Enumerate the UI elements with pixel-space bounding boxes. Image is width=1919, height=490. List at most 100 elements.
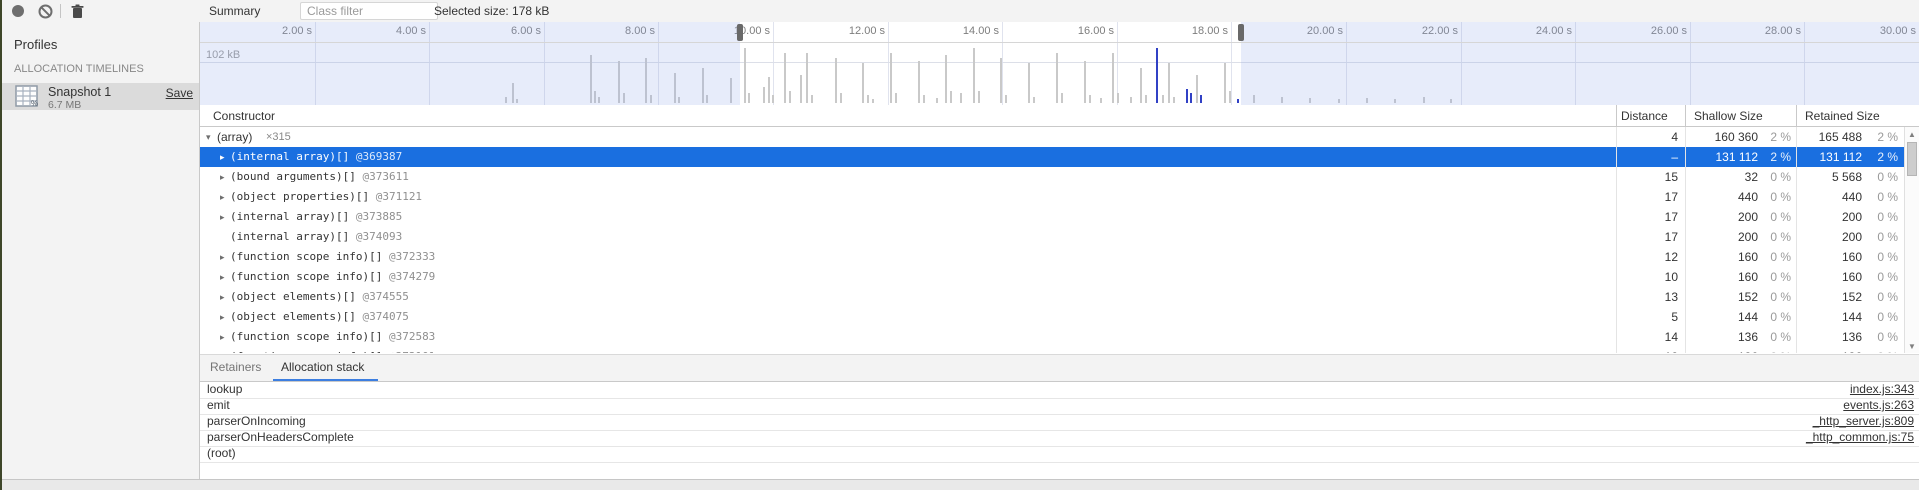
expander-collapsed-icon[interactable]: ▸ bbox=[220, 327, 225, 347]
allocation-bar bbox=[1200, 95, 1202, 103]
stack-frame-function: parserOnIncoming bbox=[207, 414, 306, 429]
allocation-bar bbox=[945, 55, 947, 103]
expander-expanded-icon[interactable]: ▾ bbox=[206, 127, 211, 147]
shallow-size-percent: 0 % bbox=[1770, 167, 1791, 187]
allocation-bar bbox=[1033, 97, 1035, 103]
allocation-bar bbox=[1156, 48, 1158, 103]
column-separator[interactable] bbox=[1616, 105, 1617, 127]
record-button[interactable] bbox=[10, 3, 26, 19]
table-row[interactable]: (internal array)[] @374093172000 %2000 % bbox=[200, 227, 1904, 247]
stack-frame-row[interactable]: parserOnIncoming _http_server.js:809 bbox=[200, 414, 1919, 431]
table-row[interactable]: ▸(internal array)[] @369387–131 1122 %13… bbox=[200, 147, 1904, 167]
column-header-shallow-size[interactable]: Shallow Size bbox=[1694, 109, 1763, 123]
selection-handle-left[interactable] bbox=[737, 24, 743, 41]
allocation-bar bbox=[1173, 97, 1175, 103]
column-separator[interactable] bbox=[1685, 105, 1686, 127]
distance-value: 15 bbox=[1665, 167, 1678, 187]
table-row[interactable]: ▸(function scope info)[] @374279101600 %… bbox=[200, 267, 1904, 287]
allocation-bar bbox=[1162, 95, 1164, 103]
stack-frame-source-link[interactable]: events.js:263 bbox=[1843, 398, 1914, 413]
table-row[interactable]: ▾(array)×3154160 3602 %165 4882 % bbox=[200, 127, 1904, 147]
constructor-name: (object elements)[] @374555 bbox=[230, 287, 409, 307]
allocation-bar bbox=[1028, 63, 1030, 103]
stack-frame-source-link[interactable]: _http_common.js:75 bbox=[1806, 430, 1914, 445]
selection-handle-right[interactable] bbox=[1238, 24, 1244, 41]
block-icon bbox=[38, 4, 53, 19]
profiles-sidebar: Profiles ALLOCATION TIMELINES % Snapshot… bbox=[2, 22, 200, 479]
retained-size-value: 440 bbox=[1842, 187, 1862, 207]
allocation-bar bbox=[950, 91, 952, 103]
heap-table-header: Constructor Distance Shallow Size Retain… bbox=[200, 105, 1919, 127]
scroll-down-icon[interactable]: ▼ bbox=[1905, 339, 1919, 353]
table-row[interactable]: ▸(object elements)[] @37407551440 %1440 … bbox=[200, 307, 1904, 327]
table-row[interactable]: ▸(function scope info)[] @372583141360 %… bbox=[200, 327, 1904, 347]
expander-collapsed-icon[interactable]: ▸ bbox=[220, 167, 225, 187]
stack-frame-source-link[interactable]: _http_server.js:809 bbox=[1813, 414, 1914, 429]
retained-size-percent: 0 % bbox=[1877, 167, 1898, 187]
retained-size-value: 200 bbox=[1842, 207, 1862, 227]
expander-collapsed-icon[interactable]: ▸ bbox=[220, 147, 225, 167]
stack-frame-row[interactable]: parserOnHeadersComplete_http_common.js:7… bbox=[200, 430, 1919, 447]
stack-frame-source-link[interactable]: index.js:343 bbox=[1850, 382, 1914, 397]
allocation-bar bbox=[1190, 93, 1192, 103]
stack-frame-row[interactable]: lookupindex.js:343 bbox=[200, 382, 1919, 399]
devtools-memory-panel: Summary ▼ Selected size: 178 kB Profiles… bbox=[0, 0, 1919, 490]
scroll-up-icon[interactable]: ▲ bbox=[1905, 127, 1919, 141]
retained-size-value: 131 112 bbox=[1820, 147, 1863, 167]
stack-frame-row[interactable]: emit events.js:263 bbox=[200, 398, 1919, 415]
column-header-constructor[interactable]: Constructor bbox=[213, 109, 275, 123]
stack-frame-function: emit bbox=[207, 398, 230, 413]
shallow-size-value: 160 bbox=[1738, 247, 1758, 267]
expander-collapsed-icon[interactable]: ▸ bbox=[220, 287, 225, 307]
allocation-bar bbox=[978, 91, 980, 103]
expander-collapsed-icon[interactable]: ▸ bbox=[220, 347, 225, 353]
ruler-tick-label: 16.00 s bbox=[1078, 25, 1114, 37]
save-link[interactable]: Save bbox=[166, 86, 193, 100]
column-header-retained-size[interactable]: Retained Size bbox=[1805, 109, 1880, 123]
table-row[interactable]: ▸(internal array)[] @373885172000 %2000 … bbox=[200, 207, 1904, 227]
perspective-select-value: Summary bbox=[209, 4, 260, 18]
sidebar-item-snapshot-1[interactable]: % Snapshot 1 6.7 MB Save bbox=[2, 83, 199, 110]
clear-button[interactable] bbox=[37, 3, 53, 19]
stack-frame-row[interactable]: (root) bbox=[200, 446, 1919, 463]
deselected-region-left bbox=[200, 22, 740, 105]
tab-allocation-stack[interactable]: Allocation stack bbox=[281, 360, 364, 374]
perspective-select[interactable]: Summary ▼ bbox=[209, 2, 311, 20]
table-row[interactable]: ▸(function scope info)[] @372333121600 %… bbox=[200, 247, 1904, 267]
expander-collapsed-icon[interactable]: ▸ bbox=[220, 207, 225, 227]
allocation-overview-chart[interactable]: 2.00 s4.00 s6.00 s8.00 s10.00 s12.00 s14… bbox=[200, 22, 1919, 106]
allocation-bar bbox=[923, 95, 925, 103]
delete-profile-button[interactable] bbox=[69, 3, 85, 19]
shallow-size-value: 152 bbox=[1738, 287, 1758, 307]
allocation-bar bbox=[1196, 75, 1198, 103]
column-header-distance[interactable]: Distance bbox=[1621, 109, 1668, 123]
distance-value: 13 bbox=[1665, 287, 1678, 307]
scrollbar-thumb[interactable] bbox=[1907, 142, 1917, 176]
constructor-name: (object elements)[] @374075 bbox=[230, 307, 409, 327]
ruler-tick-label: 12.00 s bbox=[849, 25, 885, 37]
expander-collapsed-icon[interactable]: ▸ bbox=[220, 307, 225, 327]
allocation-bar bbox=[1112, 53, 1114, 103]
allocation-bar bbox=[1061, 93, 1063, 103]
allocation-bar bbox=[1224, 63, 1226, 103]
class-filter-input[interactable] bbox=[300, 2, 438, 20]
expander-collapsed-icon[interactable]: ▸ bbox=[220, 247, 225, 267]
ruler-border bbox=[200, 42, 1919, 43]
allocation-bar bbox=[867, 95, 869, 103]
expander-collapsed-icon[interactable]: ▸ bbox=[220, 267, 225, 287]
svg-text:%: % bbox=[31, 99, 38, 107]
table-row[interactable]: ▸(object properties)[] @371121174400 %44… bbox=[200, 187, 1904, 207]
shallow-size-value: 160 360 bbox=[1715, 127, 1758, 147]
table-row[interactable]: ▸(function scope info)[] @372101121360 %… bbox=[200, 347, 1904, 353]
table-row[interactable]: ▸(object elements)[] @374555131520 %1520… bbox=[200, 287, 1904, 307]
table-scrollbar[interactable]: ▲ ▼ bbox=[1904, 127, 1919, 353]
expander-collapsed-icon[interactable]: ▸ bbox=[220, 187, 225, 207]
tab-retainers[interactable]: Retainers bbox=[210, 360, 261, 374]
shallow-size-percent: 2 % bbox=[1770, 147, 1791, 167]
table-row[interactable]: ▸(bound arguments)[] @37361115320 %5 568… bbox=[200, 167, 1904, 187]
timeline-gridline bbox=[773, 22, 774, 105]
allocation-bar bbox=[973, 48, 975, 103]
constructor-name: (object properties)[] @371121 bbox=[230, 187, 422, 207]
constructor-name: (internal array)[] @374093 bbox=[230, 227, 402, 247]
column-separator[interactable] bbox=[1796, 105, 1797, 127]
